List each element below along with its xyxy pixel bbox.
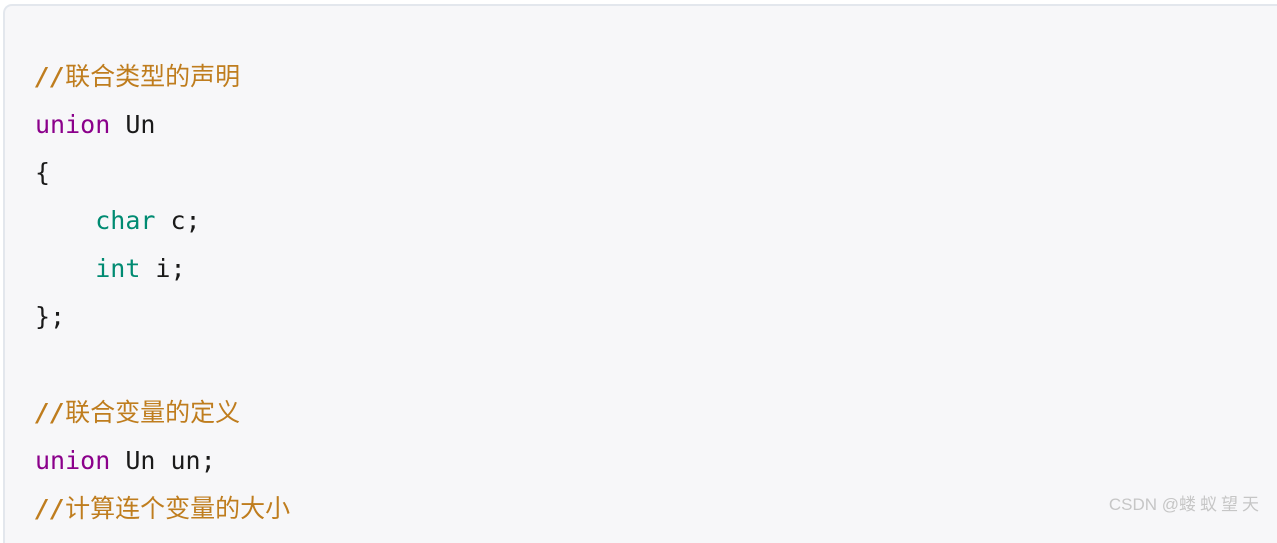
code-line: union Un — [35, 101, 1277, 149]
code-token-comment: //计算连个变量的大小 — [35, 494, 291, 523]
code-token-plain: i; — [140, 254, 186, 283]
code-line: int i; — [35, 245, 1277, 293]
code-token-type: char — [95, 206, 156, 235]
code-token-plain: Un un; — [110, 446, 216, 475]
code-token-comment: //联合变量的定义 — [35, 398, 241, 427]
comment-slashes: // — [35, 494, 66, 523]
code-token-keyword: union — [35, 110, 111, 139]
csdn-watermark: CSDN @蝼蚁望天 — [1090, 470, 1263, 535]
watermark-author: 蝼蚁望天 — [1179, 495, 1263, 514]
code-line: //联合变量的定义 — [35, 389, 1277, 437]
screenshot-root: //联合类型的声明 union Un { char c; int i;}; //联合… — [0, 0, 1277, 543]
code-line: char c; — [35, 197, 1277, 245]
code-token-comment: //联合类型的声明 — [35, 62, 241, 91]
code-line: }; — [35, 293, 1277, 341]
comment-slashes: // — [35, 398, 66, 427]
code-token-plain: Un — [110, 110, 156, 139]
code-token-type: int — [95, 254, 141, 283]
code-token-punct: { — [35, 158, 51, 187]
code-token-punct: }; — [35, 302, 66, 331]
code-token-keyword: union — [35, 446, 111, 475]
code-line: //联合类型的声明 — [35, 53, 1277, 101]
code-token-plain: c; — [155, 206, 201, 235]
code-block: //联合类型的声明 union Un { char c; int i;}; //联合… — [3, 4, 1277, 543]
code-line: { — [35, 149, 1277, 197]
watermark-prefix: CSDN @ — [1108, 495, 1179, 514]
comment-slashes: // — [35, 62, 66, 91]
